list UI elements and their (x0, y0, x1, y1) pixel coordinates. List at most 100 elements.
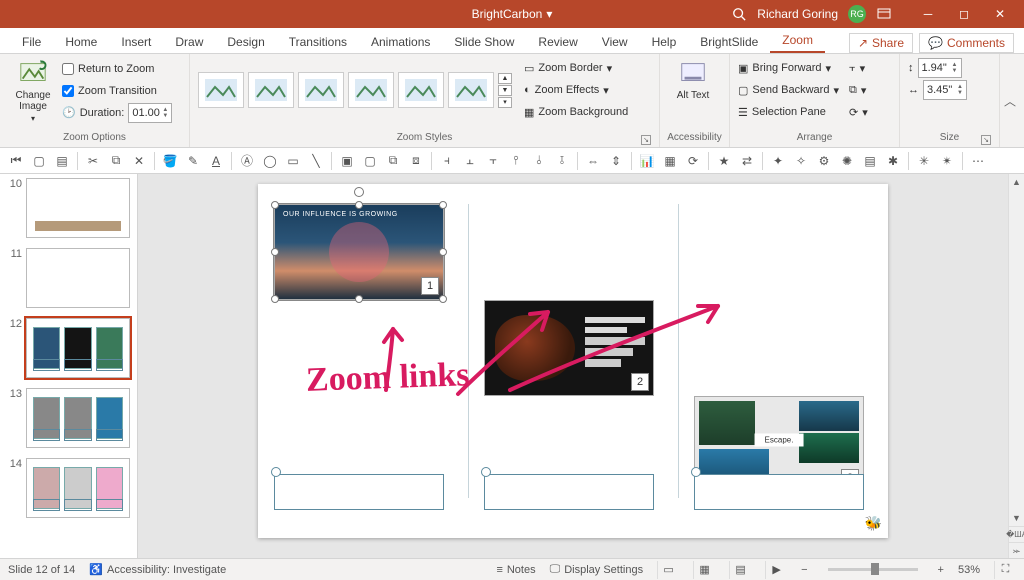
close-button[interactable]: ✕ (982, 0, 1018, 28)
qat-expand-icon[interactable]: ⋯ (968, 151, 988, 171)
scroll-down-icon[interactable]: ▼ (1009, 510, 1024, 526)
style-thumb[interactable] (448, 72, 494, 108)
qat-dist-v-icon[interactable]: ⇕ (606, 151, 626, 171)
maximize-button[interactable]: ◻ (946, 0, 982, 28)
ribbon-display-options-icon[interactable] (876, 6, 892, 22)
change-image-button[interactable]: Change Image ▾ (8, 58, 58, 123)
zoom-in-button[interactable]: + (938, 564, 944, 576)
style-thumb[interactable] (398, 72, 444, 108)
text-placeholder[interactable] (484, 474, 654, 510)
qat-dist-h-icon[interactable]: ⇔ (583, 151, 603, 171)
qat-transition-icon[interactable]: ⇄ (737, 151, 757, 171)
next-slide-icon[interactable]: ⪼ (1009, 542, 1024, 558)
qat-chart-icon[interactable]: 📊 (637, 151, 657, 171)
tab-animations[interactable]: Animations (359, 31, 442, 53)
resize-handle[interactable] (271, 248, 279, 256)
minimize-button[interactable]: ─ (910, 0, 946, 28)
qat-cut-icon[interactable]: ✂ (83, 151, 103, 171)
qat-align-center-icon[interactable]: ⫠ (460, 151, 480, 171)
resize-handle[interactable] (271, 295, 279, 303)
qat-rect-icon[interactable]: ▭ (283, 151, 303, 171)
share-button[interactable]: ↗Share (849, 33, 913, 53)
qat-misc1-icon[interactable]: ✳ (914, 151, 934, 171)
resize-handle[interactable] (271, 201, 279, 209)
text-placeholder[interactable] (694, 474, 864, 510)
resize-handle[interactable] (439, 201, 447, 209)
group-button[interactable]: ⧉▾ (849, 80, 868, 100)
qat-copy-icon[interactable]: ⧉ (106, 151, 126, 171)
qat-align-left-icon[interactable]: ⫞ (437, 151, 457, 171)
qat-text-box-icon[interactable]: Ⓐ (237, 151, 257, 171)
slide-canvas[interactable]: OUR INFLUENCE IS GROWING 1 2 (258, 184, 888, 538)
qat-send-back-icon[interactable]: ▢ (360, 151, 380, 171)
qat-asterisk-icon[interactable]: ✱ (883, 151, 903, 171)
tab-view[interactable]: View (590, 31, 640, 53)
resize-handle[interactable] (355, 295, 363, 303)
bring-forward-button[interactable]: ▣Bring Forward▾ (738, 58, 839, 78)
prev-slide-icon[interactable]: �ША (1009, 526, 1024, 542)
thumbnail[interactable]: 13 (6, 388, 131, 448)
qat-line-icon[interactable]: ╲ (306, 151, 326, 171)
width-control[interactable]: ↔3.45"▲▼ (908, 80, 991, 100)
align-button[interactable]: ⫟▾ (849, 58, 868, 78)
tab-home[interactable]: Home (53, 31, 109, 53)
slide-editor[interactable]: OUR INFLUENCE IS GROWING 1 2 (138, 174, 1024, 558)
scroll-up-icon[interactable]: ▲ (1009, 174, 1024, 190)
tab-zoom[interactable]: Zoom (770, 29, 825, 53)
qat-rotate-icon[interactable]: ⟳ (683, 151, 703, 171)
collapse-ribbon-icon[interactable]: ︿ (1004, 92, 1016, 109)
dialog-launcher-icon[interactable]: ↘ (981, 135, 991, 145)
tab-review[interactable]: Review (526, 31, 589, 53)
document-title[interactable]: BrightCarbon ▾ (472, 7, 553, 21)
alt-text-button[interactable]: Alt Text (668, 58, 718, 101)
qat-star-icon[interactable]: ✦ (768, 151, 788, 171)
qat-layout-icon[interactable]: ▤ (52, 151, 72, 171)
qat-sparkle-icon[interactable]: ✧ (791, 151, 811, 171)
rotate-handle-icon[interactable] (354, 187, 364, 197)
tab-transitions[interactable]: Transitions (277, 31, 359, 53)
tab-design[interactable]: Design (215, 31, 276, 53)
height-control[interactable]: ↕1.94"▲▼ (908, 58, 991, 78)
zoom-border-button[interactable]: ▭Zoom Border▾ (524, 58, 628, 78)
tab-brightslide[interactable]: BrightSlide (688, 31, 770, 53)
zoom-out-button[interactable]: − (801, 564, 807, 576)
zoom-link-2[interactable]: 2 (484, 300, 654, 396)
tab-help[interactable]: Help (640, 31, 689, 53)
user-avatar[interactable]: RG (848, 5, 866, 23)
search-icon[interactable] (731, 6, 747, 22)
tab-draw[interactable]: Draw (163, 31, 215, 53)
duration-control[interactable]: 🕑 Duration: 01.00▲▼ (62, 103, 172, 123)
style-thumb[interactable] (348, 72, 394, 108)
qat-ungroup-icon[interactable]: ⧈ (406, 151, 426, 171)
zoom-style-gallery[interactable]: ▲▼▾ (198, 72, 512, 108)
notes-button[interactable]: ≡Notes (496, 564, 535, 576)
send-backward-button[interactable]: ▢Send Backward▾ (738, 80, 839, 100)
zoom-background-button[interactable]: ▦Zoom Background (524, 102, 628, 122)
resize-handle[interactable] (439, 295, 447, 303)
return-to-zoom-checkbox[interactable]: Return to Zoom (62, 59, 172, 79)
text-placeholder[interactable] (274, 474, 444, 510)
slide-counter[interactable]: Slide 12 of 14 (8, 564, 75, 576)
qat-align-bottom-icon[interactable]: ⫱ (552, 151, 572, 171)
qat-outline-icon[interactable]: ✎ (183, 151, 203, 171)
selection-pane-button[interactable]: ☰Selection Pane (738, 102, 839, 122)
style-thumb[interactable] (298, 72, 344, 108)
tab-slideshow[interactable]: Slide Show (442, 31, 526, 53)
duration-spinner[interactable]: 01.00▲▼ (128, 103, 172, 123)
vertical-scrollbar[interactable]: ▲ ▼ �ША⪼ (1008, 174, 1024, 558)
thumbnail[interactable]: 14 (6, 458, 131, 518)
qat-font-color-icon[interactable]: A (206, 151, 226, 171)
style-thumb[interactable] (248, 72, 294, 108)
qat-table-icon[interactable]: ▦ (660, 151, 680, 171)
resize-handle[interactable] (439, 248, 447, 256)
qat-gear-icon[interactable]: ⚙ (814, 151, 834, 171)
zoom-slider[interactable] (828, 568, 918, 571)
thumbnail[interactable]: 10 (6, 178, 131, 238)
tab-file[interactable]: File (10, 31, 53, 53)
qat-shapes-icon[interactable]: ◯ (260, 151, 280, 171)
qat-fill-icon[interactable]: 🪣 (160, 151, 180, 171)
style-thumb[interactable] (198, 72, 244, 108)
qat-animation-icon[interactable]: ★ (714, 151, 734, 171)
zoom-effects-button[interactable]: ◐Zoom Effects▾ (524, 80, 628, 100)
qat-delete-icon[interactable]: ✕ (129, 151, 149, 171)
